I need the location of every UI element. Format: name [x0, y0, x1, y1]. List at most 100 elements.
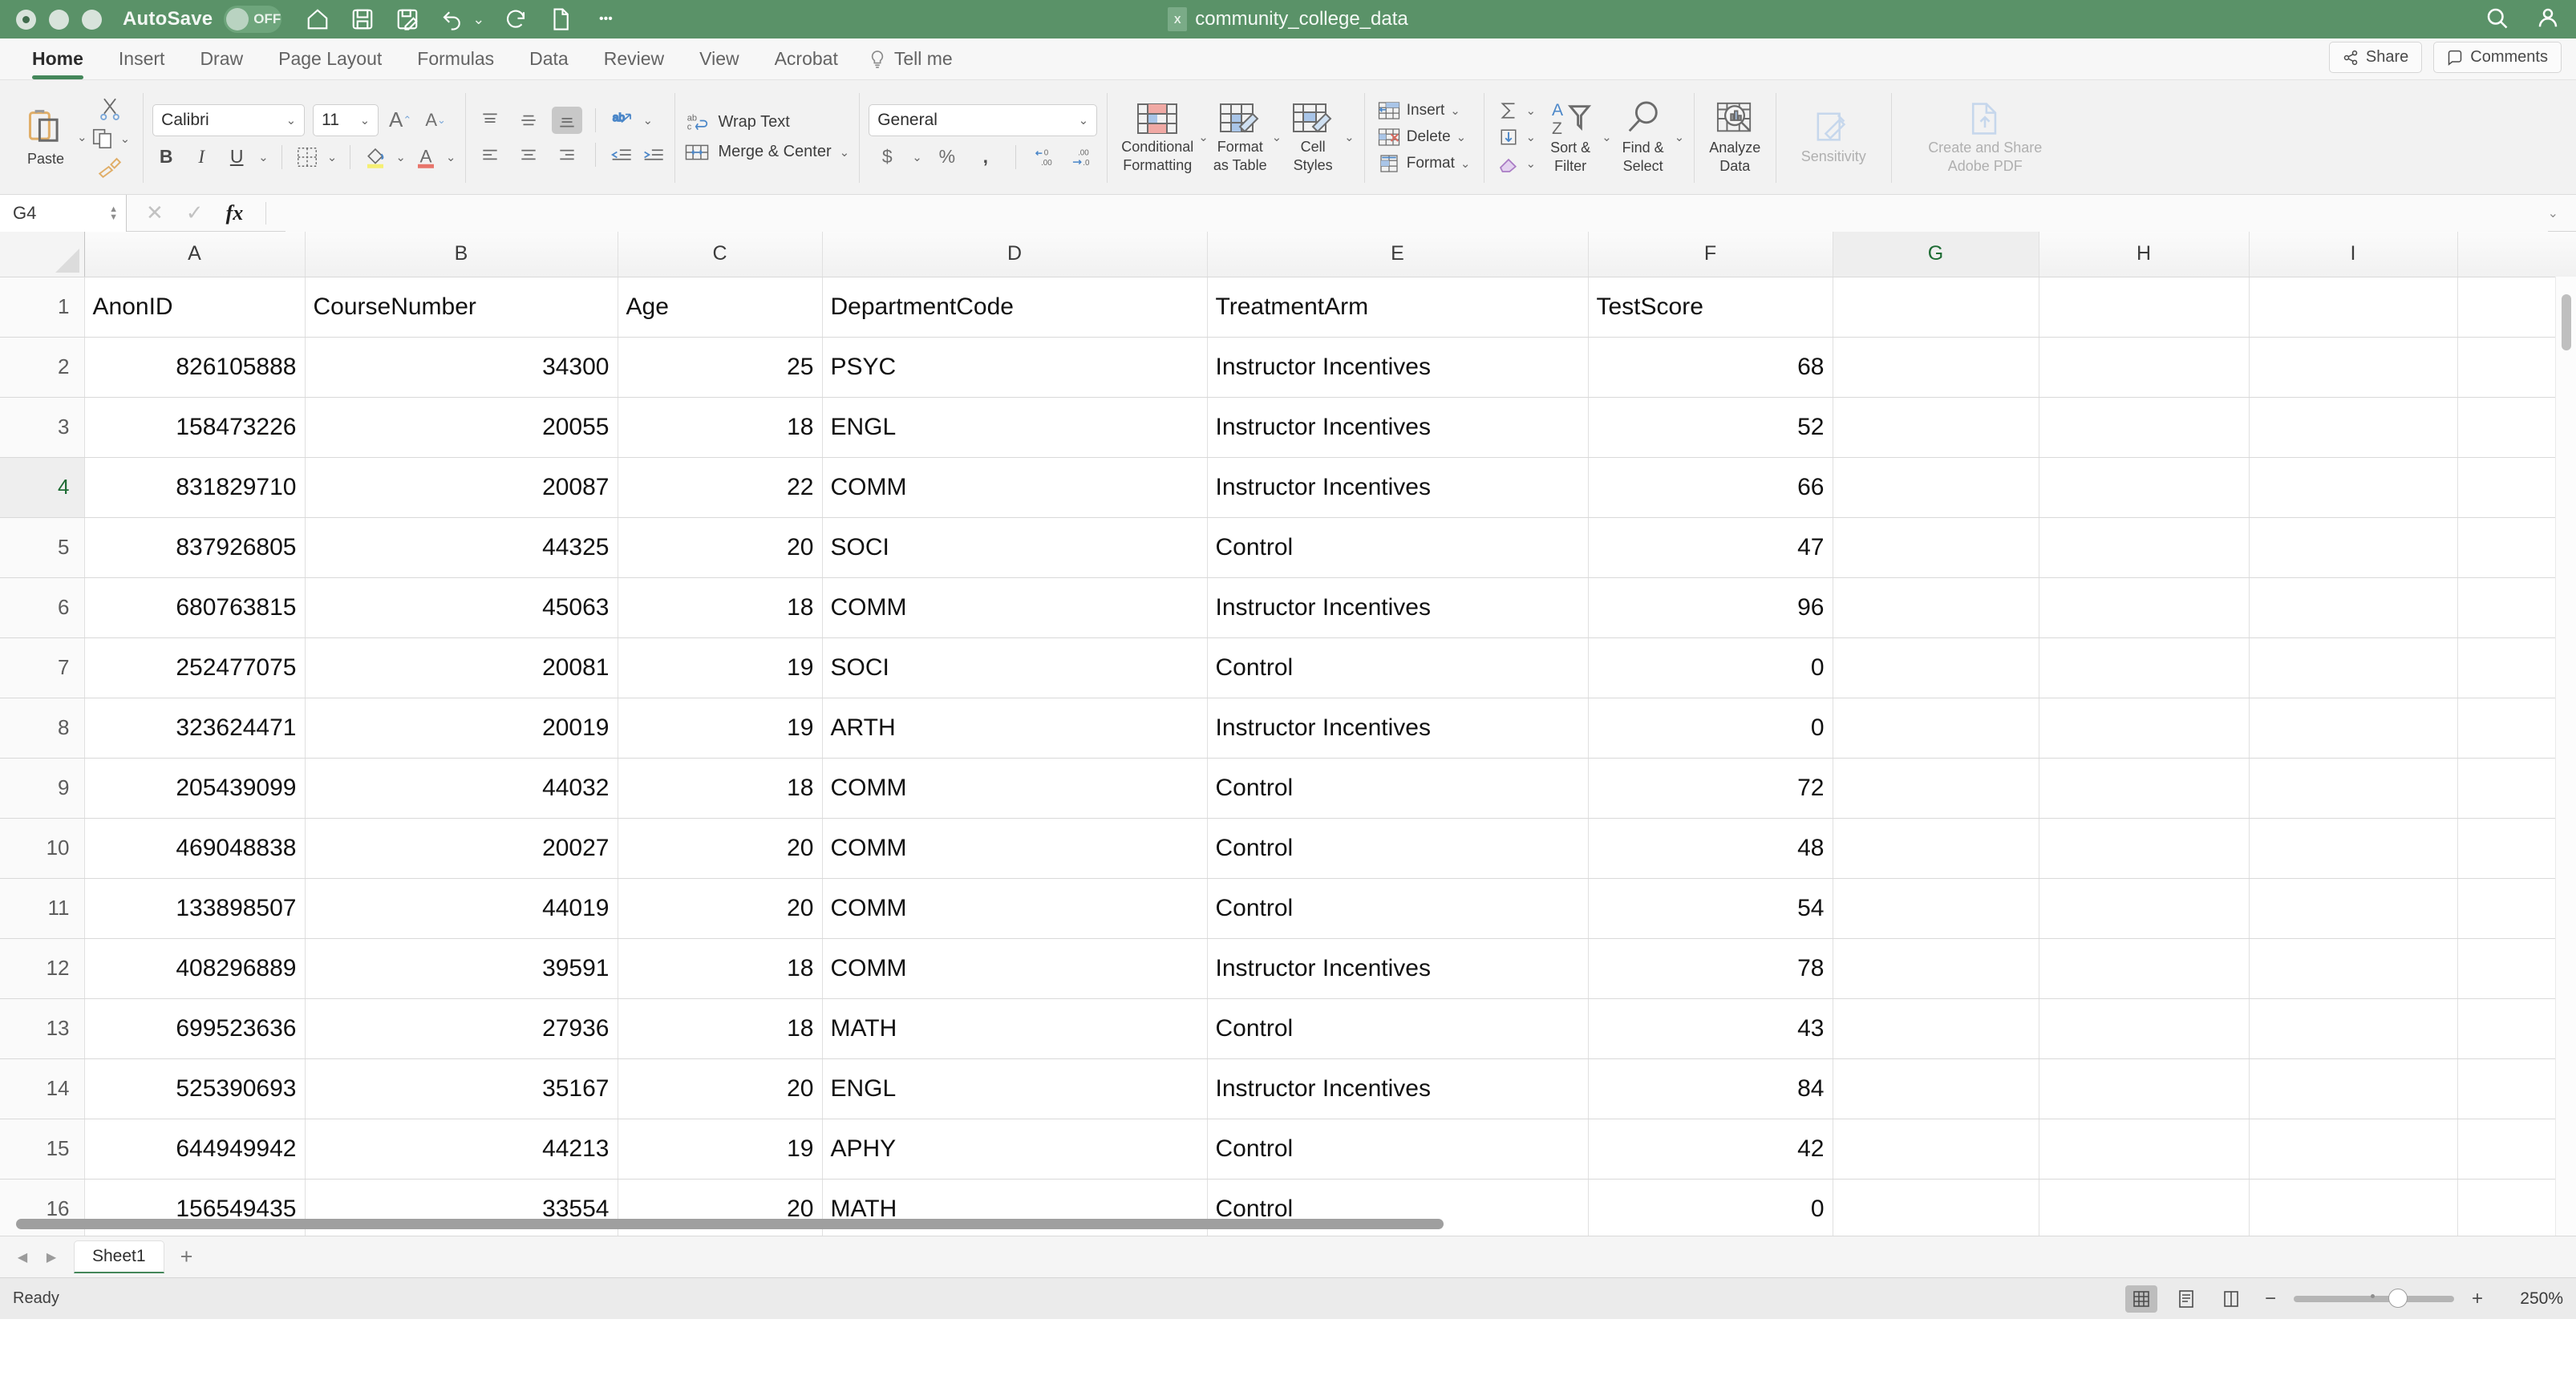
cell-a15[interactable]: 644949942: [84, 1119, 306, 1180]
table-row[interactable]: 5 837926805 44325 20 SOCI Control 47: [0, 517, 2576, 578]
cell-d5[interactable]: SOCI: [822, 517, 1208, 578]
cell-c5[interactable]: 20: [618, 517, 823, 578]
save-as-icon[interactable]: [394, 6, 421, 33]
cell-c9[interactable]: 18: [618, 758, 823, 819]
borders-icon[interactable]: [295, 145, 319, 169]
comments-button[interactable]: Comments: [2433, 42, 2562, 73]
row-header-4[interactable]: 4: [0, 457, 85, 518]
cell-d8[interactable]: ARTH: [822, 698, 1208, 759]
cell-a8[interactable]: 323624471: [84, 698, 306, 759]
decrease-indent-icon[interactable]: [609, 145, 633, 164]
cell-c14[interactable]: 20: [618, 1058, 823, 1119]
cell-c1[interactable]: Age: [618, 277, 823, 338]
column-header-h[interactable]: H: [2039, 232, 2250, 277]
tab-acrobat[interactable]: Acrobat: [757, 48, 856, 79]
name-box-spinner[interactable]: ▲ ▼: [109, 204, 118, 221]
cell-f12[interactable]: 78: [1588, 938, 1833, 999]
spreadsheet-grid[interactable]: A B C D E F G H I 1 AnonID CourseNumber …: [0, 232, 2576, 1236]
font-size-chevron-down-icon[interactable]: ⌄: [360, 113, 371, 127]
cell-i10[interactable]: [2249, 818, 2458, 879]
cell-f7[interactable]: 0: [1588, 637, 1833, 698]
fill-button[interactable]: ⌄: [1493, 125, 1540, 149]
cell-f16[interactable]: 0: [1588, 1179, 1833, 1236]
cell-a11[interactable]: 133898507: [84, 878, 306, 939]
cell-a14[interactable]: 525390693: [84, 1058, 306, 1119]
table-row[interactable]: 11 133898507 44019 20 COMM Control 54: [0, 878, 2576, 939]
clear-button[interactable]: ⌄: [1493, 152, 1540, 176]
cell-c12[interactable]: 18: [618, 938, 823, 999]
column-header-a[interactable]: A: [84, 232, 306, 277]
tab-data[interactable]: Data: [512, 48, 586, 79]
table-row[interactable]: 15 644949942 44213 19 APHY Control 42: [0, 1119, 2576, 1180]
column-header-f[interactable]: F: [1588, 232, 1833, 277]
cell-e6[interactable]: Instructor Incentives: [1207, 577, 1589, 638]
row-header-12[interactable]: 12: [0, 938, 85, 999]
wrap-text-button[interactable]: ab c Wrap Text: [684, 111, 849, 134]
undo-chevron-down-icon[interactable]: ⌄: [472, 11, 484, 28]
merge-center-chevron-down-icon[interactable]: ⌄: [840, 145, 850, 160]
table-row[interactable]: 2 826105888 34300 25 PSYC Instructor Inc…: [0, 337, 2576, 398]
previous-sheet-icon[interactable]: ◀: [10, 1244, 35, 1270]
cell-a6[interactable]: 680763815: [84, 577, 306, 638]
cell-d4[interactable]: COMM: [822, 457, 1208, 518]
zoom-out-button[interactable]: −: [2260, 1288, 2281, 1310]
percent-button[interactable]: %: [934, 144, 961, 171]
cell-d10[interactable]: COMM: [822, 818, 1208, 879]
save-icon[interactable]: [349, 6, 376, 33]
align-center-button[interactable]: [513, 141, 544, 168]
font-size-input[interactable]: 11 ⌄: [313, 103, 379, 136]
font-color-icon[interactable]: A: [414, 144, 438, 171]
cell-i4[interactable]: [2249, 457, 2458, 518]
cell-h12[interactable]: [2039, 938, 2250, 999]
sensitivity-button[interactable]: Sensitivity: [1785, 106, 1881, 168]
conditional-formatting-button[interactable]: Conditional Formatting: [1116, 98, 1198, 176]
cell-f9[interactable]: 72: [1588, 758, 1833, 819]
cell-f15[interactable]: 42: [1588, 1119, 1833, 1180]
table-row[interactable]: 12 408296889 39591 18 COMM Instructor In…: [0, 938, 2576, 999]
sort-filter-button[interactable]: A Z Sort & Filter: [1539, 97, 1602, 177]
add-sheet-button[interactable]: +: [168, 1244, 206, 1269]
tab-review[interactable]: Review: [586, 48, 682, 79]
font-color-chevron-down-icon[interactable]: ⌄: [446, 150, 456, 164]
cell-b5[interactable]: 44325: [305, 517, 618, 578]
cell-c6[interactable]: 18: [618, 577, 823, 638]
tab-home[interactable]: Home: [14, 48, 101, 79]
cell-g14[interactable]: [1833, 1058, 2039, 1119]
cell-e3[interactable]: Instructor Incentives: [1207, 397, 1589, 458]
cell-f8[interactable]: 0: [1588, 698, 1833, 759]
cell-h2[interactable]: [2039, 337, 2250, 398]
cell-f5[interactable]: 47: [1588, 517, 1833, 578]
cell-e11[interactable]: Control: [1207, 878, 1589, 939]
table-row[interactable]: 6 680763815 45063 18 COMM Instructor Inc…: [0, 577, 2576, 638]
table-row[interactable]: 1 AnonID CourseNumber Age DepartmentCode…: [0, 277, 2576, 338]
cell-i8[interactable]: [2249, 698, 2458, 759]
cell-h16[interactable]: [2039, 1179, 2250, 1236]
align-middle-button[interactable]: [513, 107, 544, 134]
new-file-icon[interactable]: [547, 6, 574, 33]
cell-g7[interactable]: [1833, 637, 2039, 698]
cell-d12[interactable]: COMM: [822, 938, 1208, 999]
cell-b13[interactable]: 27936: [305, 998, 618, 1059]
align-right-button[interactable]: [552, 141, 582, 168]
cell-b6[interactable]: 45063: [305, 577, 618, 638]
cell-styles-chevron-down-icon[interactable]: ⌄: [1344, 130, 1355, 144]
cell-g6[interactable]: [1833, 577, 2039, 638]
tab-formulas[interactable]: Formulas: [399, 48, 512, 79]
next-sheet-icon[interactable]: ▶: [38, 1244, 64, 1270]
zoom-slider-handle[interactable]: [2388, 1288, 2408, 1308]
cancel-edit-icon[interactable]: ✕: [146, 200, 164, 225]
home-icon[interactable]: [304, 6, 331, 33]
account-icon[interactable]: [2536, 6, 2560, 34]
cell-i1[interactable]: [2249, 277, 2458, 338]
cell-b9[interactable]: 44032: [305, 758, 618, 819]
format-chevron-down-icon[interactable]: ⌄: [1460, 156, 1471, 171]
cell-a10[interactable]: 469048838: [84, 818, 306, 879]
normal-view-icon[interactable]: [2125, 1285, 2157, 1313]
vertical-scrollbar[interactable]: [2555, 277, 2576, 1236]
cell-c11[interactable]: 20: [618, 878, 823, 939]
copy-chevron-down-icon[interactable]: ⌄: [120, 132, 131, 146]
cell-b3[interactable]: 20055: [305, 397, 618, 458]
sort-filter-chevron-down-icon[interactable]: ⌄: [1602, 130, 1612, 144]
cell-a13[interactable]: 699523636: [84, 998, 306, 1059]
cell-i3[interactable]: [2249, 397, 2458, 458]
